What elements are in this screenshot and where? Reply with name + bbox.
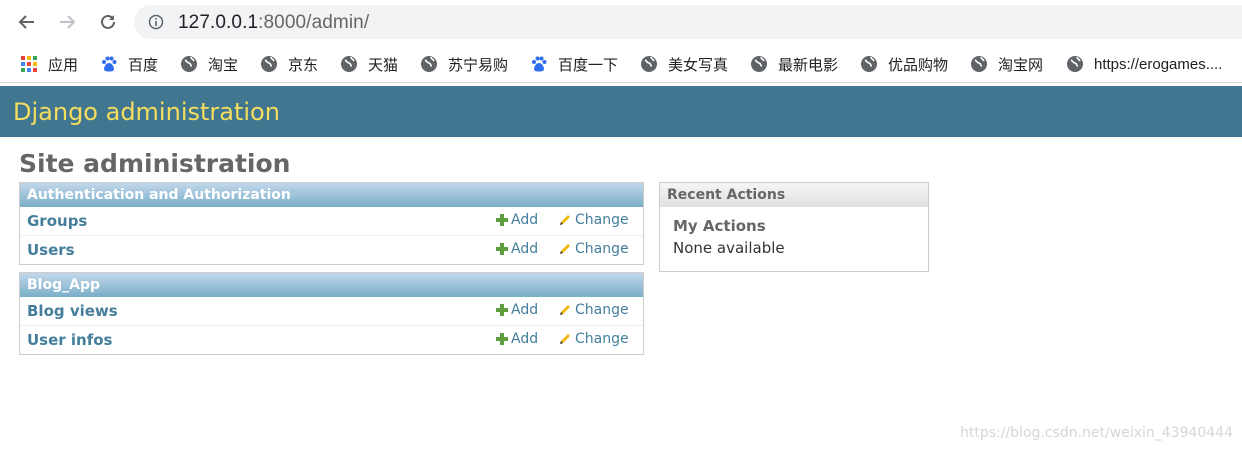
bookmark-label: 京东: [288, 56, 319, 74]
add-link[interactable]: Add: [496, 241, 538, 257]
site-name[interactable]: Django administration: [13, 98, 280, 126]
change-link[interactable]: Change: [558, 331, 629, 347]
globe-icon: [750, 55, 768, 73]
site-info-icon[interactable]: [148, 14, 164, 35]
plus-icon: [496, 304, 508, 316]
watermark: https://blog.csdn.net/weixin_43940444: [960, 425, 1234, 441]
bookmark-label: 淘宝网: [998, 56, 1044, 74]
add-label: Add: [511, 302, 539, 318]
url-host: 127.0.0.1: [178, 12, 259, 33]
model-row-blog-views: Blog views Add Change: [20, 297, 643, 326]
globe-icon: [970, 55, 988, 73]
arrow-left-icon: [18, 15, 34, 29]
globe-icon: [1066, 55, 1084, 73]
bookmark-item[interactable]: 美女写真: [640, 52, 728, 76]
add-link[interactable]: Add: [496, 302, 538, 318]
back-button[interactable]: [15, 10, 39, 34]
baidu-paw-icon: [100, 55, 118, 73]
app-module-auth: Authentication and Authorization Groups …: [19, 182, 644, 265]
globe-icon: [340, 55, 358, 73]
bookmark-item[interactable]: 淘宝: [180, 52, 238, 76]
url-path: :8000/admin/: [258, 12, 370, 33]
bookmark-label: 淘宝: [208, 56, 239, 74]
bookmark-label: 苏宁易购: [448, 56, 509, 74]
plus-icon: [496, 243, 508, 255]
no-actions-text: None available: [673, 239, 785, 257]
bookmark-label: 百度: [128, 56, 159, 74]
module-caption[interactable]: Authentication and Authorization: [20, 183, 643, 207]
recent-actions-caption: Recent Actions: [660, 183, 928, 207]
add-label: Add: [511, 212, 539, 228]
change-label: Change: [575, 302, 629, 318]
bookmark-item[interactable]: 京东: [260, 52, 318, 76]
bookmark-item[interactable]: 天猫: [340, 52, 398, 76]
forward-button[interactable]: [55, 10, 79, 34]
add-label: Add: [511, 241, 539, 257]
bookmark-item[interactable]: 百度: [100, 52, 158, 76]
app-module-blog-app: Blog_App Blog views Add Change User info…: [19, 272, 644, 355]
globe-icon: [420, 55, 438, 73]
model-link[interactable]: Users: [27, 241, 75, 259]
globe-icon: [180, 55, 198, 73]
pencil-icon: [560, 305, 570, 315]
bookmark-item[interactable]: 苏宁易购: [420, 52, 508, 76]
page-title: Site administration: [19, 149, 291, 178]
baidu-paw-icon: [530, 55, 548, 73]
model-link[interactable]: User infos: [27, 331, 112, 349]
add-link[interactable]: Add: [496, 212, 538, 228]
bookmark-item[interactable]: 淘宝网: [970, 52, 1043, 76]
globe-icon: [640, 55, 658, 73]
change-link[interactable]: Change: [558, 212, 629, 228]
bookmark-item[interactable]: 百度一下: [530, 52, 618, 76]
model-row-groups: Groups Add Change: [20, 207, 643, 236]
bookmark-label: 天猫: [368, 56, 399, 74]
apps-grid-icon: [20, 55, 38, 73]
django-header: Django administration: [0, 86, 1242, 137]
bookmark-item[interactable]: 优品购物: [860, 52, 948, 76]
arrow-right-icon: [60, 15, 76, 29]
bookmark-label: 美女写真: [668, 56, 729, 74]
reload-icon: [101, 14, 115, 29]
change-link[interactable]: Change: [558, 302, 629, 318]
globe-icon: [260, 55, 278, 73]
change-label: Change: [575, 212, 629, 228]
pencil-icon: [560, 334, 570, 344]
my-actions-heading: My Actions: [673, 217, 766, 235]
address-bar[interactable]: 127.0.0.1:8000/admin/: [134, 5, 1242, 39]
globe-icon: [860, 55, 878, 73]
add-label: Add: [511, 331, 539, 347]
browser-toolbar: 127.0.0.1:8000/admin/: [0, 0, 1242, 44]
change-link[interactable]: Change: [558, 241, 629, 257]
change-label: Change: [575, 241, 629, 257]
recent-actions-panel: Recent Actions My Actions None available: [659, 182, 929, 272]
model-link[interactable]: Blog views: [27, 302, 118, 320]
pencil-icon: [560, 244, 570, 254]
bookmark-item[interactable]: 应用: [20, 52, 78, 76]
module-caption[interactable]: Blog_App: [20, 273, 643, 297]
model-row-user-infos: User infos Add Change: [20, 326, 643, 354]
bookmark-label: 优品购物: [888, 56, 949, 74]
bookmark-label: https://erogames....: [1094, 55, 1223, 73]
bookmarks-bar: 应用 百度 淘宝 京东 天猫 苏宁易购 百度一下 美女写真 最新电影 优品购物 淘宝网 https:/…: [0, 46, 1242, 83]
bookmark-item[interactable]: 最新电影: [750, 52, 838, 76]
bookmark-label: 百度一下: [558, 56, 619, 74]
bookmark-item[interactable]: https://erogames....: [1066, 52, 1222, 76]
url-text: 127.0.0.1:8000/admin/: [178, 12, 369, 34]
reload-button[interactable]: [96, 10, 120, 34]
model-row-users: Users Add Change: [20, 236, 643, 264]
plus-icon: [496, 333, 508, 345]
plus-icon: [496, 214, 508, 226]
pencil-icon: [560, 215, 570, 225]
add-link[interactable]: Add: [496, 331, 538, 347]
change-label: Change: [575, 331, 629, 347]
bookmark-label: 应用: [48, 56, 79, 74]
model-link[interactable]: Groups: [27, 212, 87, 230]
bookmark-label: 最新电影: [778, 56, 839, 74]
